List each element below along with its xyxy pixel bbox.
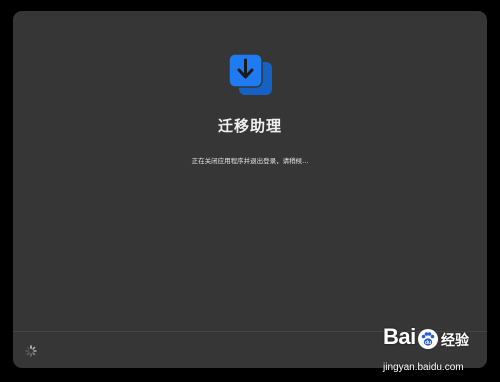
- baidu-paw-icon: du: [417, 328, 439, 350]
- baidu-jingyan-watermark: Bai du 经验 jingyan.baidu.com: [375, 318, 495, 380]
- migration-download-icon: [227, 52, 277, 102]
- migration-assistant-window: 迁移助理 正在关闭应用程序并退出登录，请稍候...: [13, 11, 487, 368]
- status-message: 正在关闭应用程序并退出登录，请稍候...: [191, 157, 309, 165]
- loading-spinner-icon: [25, 342, 37, 357]
- watermark-brand-suffix: 经验: [441, 333, 469, 349]
- app-title: 迁移助理: [217, 117, 282, 135]
- svg-text:du: du: [425, 340, 431, 346]
- watermark-brand: Bai: [383, 324, 416, 349]
- watermark-url: jingyan.baidu.com: [383, 362, 464, 373]
